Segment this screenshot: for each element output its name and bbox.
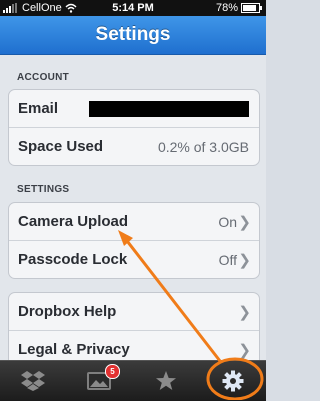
page-title: Settings (95, 24, 171, 45)
chevron-right-icon: ❯ (238, 213, 251, 231)
status-right: 78% (216, 2, 263, 14)
camera-upload-label: Camera Upload (18, 213, 129, 230)
space-used-value: 0.2% of 3.0GB (157, 138, 249, 155)
help-group: Dropbox Help ❯ Legal & Privacy ❯ (8, 292, 260, 360)
gear-icon (222, 370, 244, 392)
legal-privacy-row[interactable]: Legal & Privacy ❯ (9, 331, 259, 360)
camera-upload-value: On (218, 213, 237, 230)
account-group: Email Space Used 0.2% of 3.0GB (8, 89, 260, 166)
tab-settings[interactable] (200, 361, 266, 401)
photos-badge: 5 (105, 364, 120, 379)
dropbox-icon (21, 371, 45, 391)
passcode-lock-row[interactable]: Passcode Lock Off ❯ (9, 241, 259, 278)
tab-photos[interactable]: 5 (66, 361, 132, 401)
tab-dropbox[interactable] (0, 361, 66, 401)
account-section-header: ACCOUNT (17, 72, 70, 83)
chevron-right-icon: ❯ (238, 341, 251, 359)
navigation-bar: Settings (0, 16, 266, 55)
star-icon (156, 371, 176, 390)
space-used-row: Space Used 0.2% of 3.0GB (9, 128, 259, 165)
camera-upload-row[interactable]: Camera Upload On ❯ (9, 203, 259, 241)
space-used-label: Space Used (18, 138, 104, 155)
email-label: Email (18, 100, 59, 117)
battery-percent: 78% (215, 2, 238, 14)
passcode-lock-value: Off (218, 251, 237, 268)
status-bar: CellOne 5:14 PM 78% (0, 0, 266, 16)
passcode-lock-label: Passcode Lock (18, 251, 128, 268)
settings-group: Camera Upload On ❯ Passcode Lock Off ❯ (8, 202, 260, 279)
dropbox-help-row[interactable]: Dropbox Help ❯ (9, 293, 259, 331)
settings-content: ACCOUNT Email Space Used 0.2% of 3.0GB S… (0, 55, 266, 360)
chevron-right-icon: ❯ (238, 303, 251, 321)
tab-bar: 5 (0, 360, 266, 401)
dropbox-help-label: Dropbox Help (18, 303, 117, 320)
tab-favorites[interactable] (133, 361, 199, 401)
email-row: Email (9, 90, 259, 128)
legal-privacy-label: Legal & Privacy (18, 341, 130, 358)
email-redaction (89, 101, 249, 117)
chevron-right-icon: ❯ (238, 251, 251, 269)
settings-section-header: SETTINGS (17, 184, 70, 195)
battery-icon (241, 3, 262, 13)
